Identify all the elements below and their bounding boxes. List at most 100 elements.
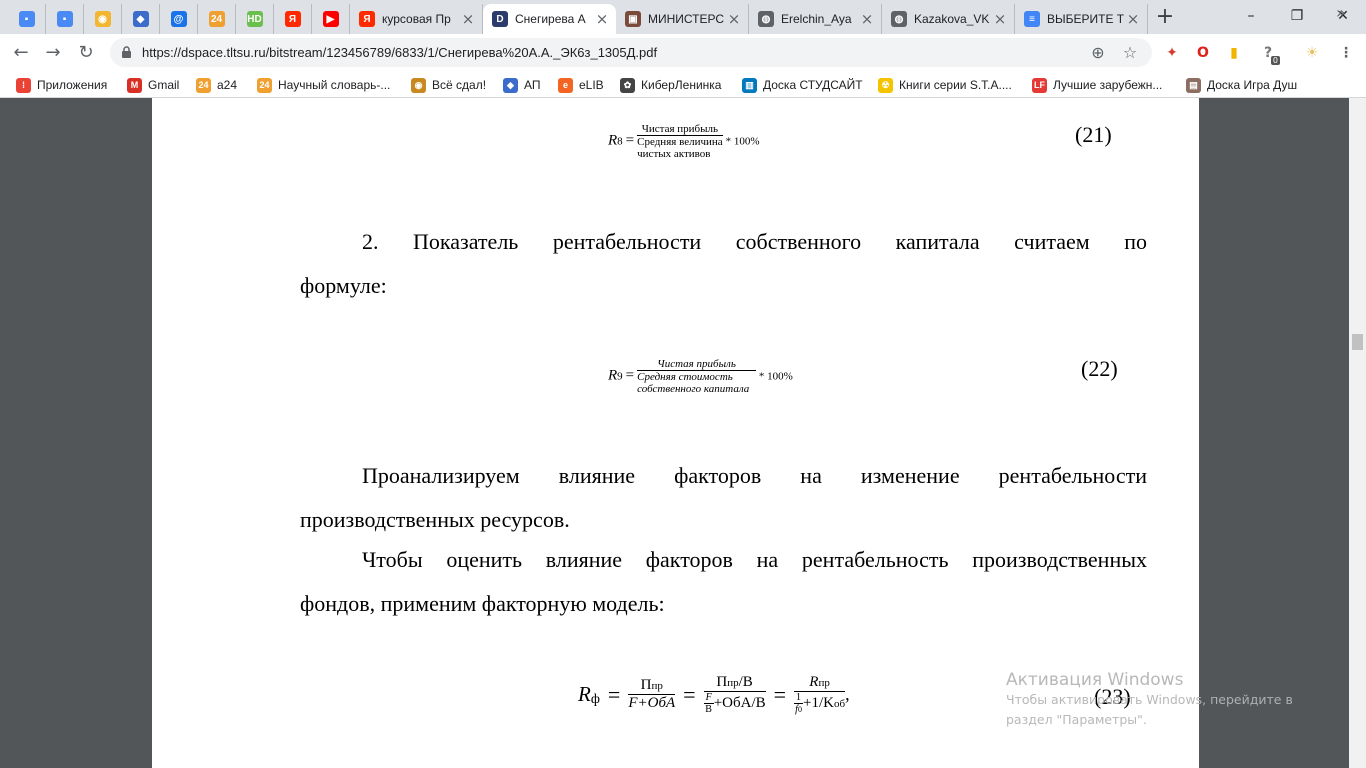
pinned-tab-7[interactable]: Я <box>274 4 312 34</box>
formula-22: R9 = Чистая прибыль Средняя стоимость со… <box>608 358 793 395</box>
close-tab-icon[interactable]: × <box>1125 11 1141 27</box>
tab-title: МИНИСТЕРС <box>648 12 725 26</box>
sun-icon[interactable]: ☀ <box>1302 43 1322 63</box>
close-tab-icon[interactable]: × <box>859 11 875 27</box>
paragraph-1-text-1: 2. Показатель рентабельности собственног… <box>362 229 1147 254</box>
paragraph-1-line1: 2. Показатель рентабельности собственног… <box>300 220 1147 264</box>
bookmark-label: Доска Игра Душ <box>1207 78 1298 92</box>
tab-title: ВЫБЕРИТЕ Т <box>1047 12 1125 26</box>
tab-14[interactable]: ≡ ВЫБЕРИТЕ Т × <box>1015 4 1148 34</box>
bookmark-item[interactable]: ◆ АП <box>503 76 541 94</box>
bookmark-label: Научный словарь-... <box>278 78 391 92</box>
globe-icon: ◍ <box>891 11 907 27</box>
formula-21: R8 = Чистая прибыль Средняя величина чис… <box>608 123 760 160</box>
formula-23-equals-3: = <box>773 681 787 707</box>
address-bar[interactable]: https://dspace.tltsu.ru/bitstream/123456… <box>110 38 1152 67</box>
bookmark-item[interactable]: 24 Научный словарь-... <box>257 76 390 94</box>
url-text[interactable]: https://dspace.tltsu.ru/bitstream/123456… <box>142 45 657 60</box>
formula-21-lhs: R <box>608 132 618 149</box>
colorful-extension-icon[interactable]: ✦ <box>1162 43 1182 63</box>
formula-23-comma: , <box>845 684 850 704</box>
gmail-icon: M <box>127 77 142 93</box>
opera-icon-glyph: O <box>1197 45 1209 61</box>
bookmark-item[interactable]: 24 a24 <box>196 76 237 94</box>
pinned-tab-5[interactable]: 24 <box>198 4 236 34</box>
formula-22-lhs-sub: 9 <box>617 370 623 383</box>
formula-22-denominator-line2: собственного капитала <box>637 383 750 395</box>
bookmark-item[interactable]: LF Лучшие зарубежн... <box>1032 76 1162 94</box>
tab-title: Снегирева А <box>515 12 586 26</box>
bookmark-item[interactable]: ◉ Всё сдал! <box>411 76 486 94</box>
close-tab-icon[interactable]: × <box>594 11 610 27</box>
at-icon: @ <box>170 11 187 27</box>
pinned-tab-3[interactable]: ◆ <box>122 4 160 34</box>
reload-button[interactable]: ↻ <box>73 40 99 66</box>
bookmark-item[interactable]: ☢ Книги серии S.T.A.... <box>878 76 1012 94</box>
bookmark-item[interactable]: ▤ Доска Игра Душ <box>1186 76 1297 94</box>
f3-den-frac-den-sub: 0 <box>797 705 802 714</box>
bookmark-star-icon[interactable]: ☆ <box>1120 43 1140 63</box>
back-button[interactable]: ← <box>8 40 34 66</box>
tab-title: Kazakova_VK <box>914 12 990 26</box>
bookmark-item[interactable]: ✿ КиберЛенинка <box>620 76 721 94</box>
formula-21-denominator-line2: чистых активов <box>637 148 711 160</box>
formula-21-equals: = <box>625 132 635 149</box>
lf-icon: LF <box>1032 77 1047 93</box>
f2-num-sub: пр <box>727 677 739 689</box>
formula-21-denominator-line1: Средняя величина <box>637 136 723 148</box>
paragraph-2-line2: производственных ресурсов. <box>300 507 570 532</box>
bookmark-item[interactable]: ▥ Доска СТУДСАЙТ <box>742 76 863 94</box>
tab-title: Erelchin_Aya <box>781 12 852 26</box>
tab-12[interactable]: ◍ Erelchin_Aya × <box>749 4 882 34</box>
bookmark-label: Книги серии S.T.A.... <box>899 78 1012 92</box>
tab-11[interactable]: ▣ МИНИСТЕРС × <box>616 4 749 34</box>
close-tab-icon[interactable]: × <box>460 11 476 27</box>
menu-icon-glyph: ⋮ <box>1339 45 1353 61</box>
close-tab-icon[interactable]: × <box>726 11 742 27</box>
owl-icon: ◉ <box>94 11 111 27</box>
formula-23: Rф = Ппр F+ОбА = Ппр/В F В +ОбА/В = Rпр 1f… <box>578 674 850 715</box>
menu-icon[interactable]: ⋮ <box>1336 43 1356 63</box>
chat-icon: ▪ <box>18 11 35 27</box>
equation-number-21: (21) <box>1075 122 1112 147</box>
tab-13[interactable]: ◍ Kazakova_VK × <box>882 4 1015 34</box>
vertical-scrollbar[interactable] <box>1349 98 1366 768</box>
pinned-tab-6[interactable]: HD <box>236 4 274 34</box>
bookmark-item[interactable]: e eLIB <box>558 76 604 94</box>
f2-den-frac-num: F <box>703 692 714 704</box>
formula-21-lhs-sub: 8 <box>617 135 623 148</box>
a24-icon: 24 <box>196 77 211 93</box>
pinned-tab-0[interactable]: ▪ <box>8 4 46 34</box>
pinned-tab-4[interactable]: @ <box>160 4 198 34</box>
question-badge-icon[interactable]: ? 0 <box>1258 43 1280 65</box>
pinned-tab-8[interactable]: ▶ <box>312 4 350 34</box>
hd-icon: HD <box>246 11 263 27</box>
tab-9[interactable]: Якурсовая Пр × <box>350 4 483 34</box>
cyberleninka-icon: ✿ <box>620 77 635 93</box>
bookmarks-overflow-button[interactable]: » <box>1336 3 1346 22</box>
pinned-tab-1[interactable]: ▪ <box>46 4 84 34</box>
bookmark-item[interactable]: ⁞ Приложения <box>16 76 107 94</box>
pdf-viewer: R8 = Чистая прибыль Средняя величина чис… <box>0 98 1366 768</box>
bookmark-extension-icon[interactable]: ▮ <box>1224 43 1244 63</box>
tab-10[interactable]: D Снегирева А × <box>483 4 616 34</box>
close-tab-icon[interactable]: × <box>992 11 1008 27</box>
windows-activation-watermark: Активация Windows Чтобы активировать Win… <box>1006 670 1293 730</box>
bookmark-label: КиберЛенинка <box>641 78 722 92</box>
scrollbar-thumb[interactable] <box>1352 334 1363 350</box>
paragraph-3-line2: фондов, применим факторную модель: <box>300 591 665 616</box>
f2-den-frac-den: В <box>705 704 712 715</box>
opera-icon[interactable]: O <box>1193 43 1213 63</box>
bookmark-item[interactable]: M Gmail <box>127 76 179 94</box>
f1-num-sub: пр <box>651 680 663 692</box>
forward-button[interactable]: → <box>40 40 66 66</box>
formula-23-lhs: R <box>578 682 591 706</box>
minimize-button[interactable]: – <box>1228 4 1274 28</box>
maximize-button[interactable]: ❐ <box>1274 4 1320 28</box>
pinned-tab-2[interactable]: ◉ <box>84 4 122 34</box>
formula-23-equals-2: = <box>683 681 696 707</box>
zoom-icon[interactable]: ⊕ <box>1088 43 1108 63</box>
new-tab-button[interactable]: + <box>1152 6 1178 30</box>
bookmarks-bar: ⁞ Приложения M Gmail 24 a24 24 Научный словарь-… <box>0 71 1366 98</box>
trello-icon: ▥ <box>742 77 757 93</box>
